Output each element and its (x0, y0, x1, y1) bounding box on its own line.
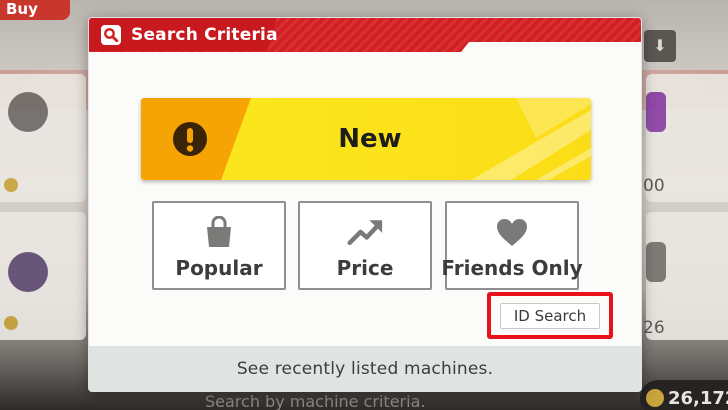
coin-icon (4, 316, 18, 330)
friends-only-option-label: Friends Only (441, 256, 583, 280)
dialog-title-tab: Search Criteria (89, 18, 278, 51)
background-listing-card (0, 74, 86, 202)
arrow-down-icon: ⬇ (644, 30, 676, 62)
search-criteria-dialog: Search Criteria New Popular Price Friend… (88, 17, 642, 392)
background-buy-tag: Buy (0, 0, 70, 20)
footer-description: See recently listed machines. (236, 358, 494, 379)
background-thumbnail (8, 92, 48, 132)
id-search-label: ID Search (513, 307, 587, 325)
background-thumbnail (646, 242, 666, 282)
id-search-button[interactable]: ID Search (500, 303, 600, 329)
popular-option-button[interactable]: Popular (152, 201, 286, 290)
popular-option-label: Popular (175, 256, 263, 280)
search-icon (101, 24, 121, 45)
friends-only-option-button[interactable]: Friends Only (441, 201, 583, 290)
background-price-fragment: 26 (643, 318, 665, 338)
dialog-title: Search Criteria (131, 24, 278, 45)
coin-icon (646, 389, 664, 407)
dialog-footer: See recently listed machines. (89, 346, 641, 391)
heart-icon (494, 215, 530, 249)
background-hint-text: Search by machine criteria. (205, 392, 426, 410)
price-option-button[interactable]: Price (298, 201, 432, 290)
background-listing-card (0, 212, 86, 340)
coin-icon (4, 178, 18, 192)
dialog-header: Search Criteria (89, 18, 641, 55)
background-thumbnail (646, 92, 666, 132)
new-option-label: New (338, 124, 402, 154)
new-option-button[interactable]: New (141, 98, 591, 180)
shopping-bag-icon (201, 215, 237, 249)
price-option-label: Price (336, 256, 394, 280)
background-balance: 26,172 (640, 380, 728, 410)
balance-value: 26,172 (668, 388, 728, 409)
background-price-fragment: 00 (643, 176, 665, 196)
background-thumbnail (8, 252, 48, 292)
trend-up-arrow-icon (347, 215, 383, 249)
